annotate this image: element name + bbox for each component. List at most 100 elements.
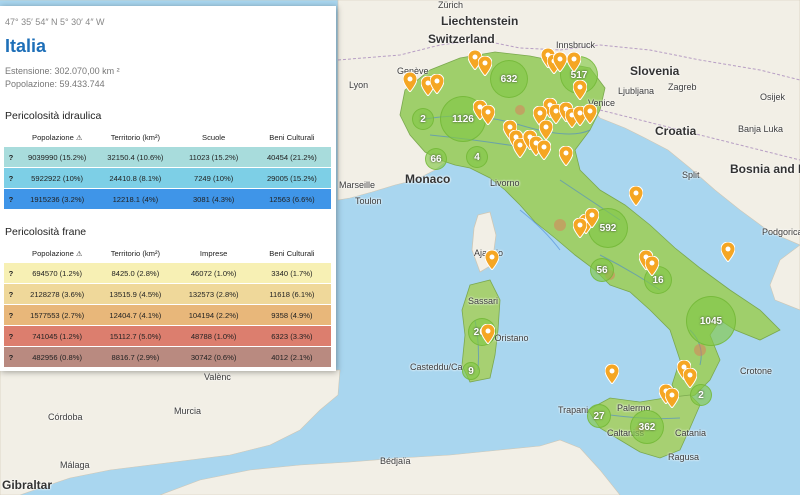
cluster-marker[interactable]: 27 bbox=[587, 404, 611, 428]
map-pin-icon[interactable] bbox=[585, 208, 599, 228]
col-header-blank bbox=[4, 244, 18, 263]
hydro-section-title: Pericolosità idraulica bbox=[5, 110, 102, 122]
map-pin-icon[interactable] bbox=[478, 56, 492, 76]
label-zurich: Zürich bbox=[438, 0, 464, 10]
map-pin-icon[interactable] bbox=[559, 146, 573, 166]
col-header: Territorio (km²) bbox=[110, 249, 161, 258]
warning-icon[interactable]: ⚠ bbox=[76, 251, 82, 258]
col-header: Popolazione ⚠ bbox=[32, 249, 83, 258]
cluster-marker[interactable]: 9 bbox=[462, 362, 480, 380]
label-banja-luka: Banja Luka bbox=[738, 124, 784, 134]
map-pin-icon[interactable] bbox=[553, 52, 567, 72]
col-header: Scuole bbox=[202, 133, 226, 142]
table-cell: 132573 (2.8%) bbox=[174, 283, 253, 305]
table-cell: 3340 (1.7%) bbox=[252, 263, 331, 284]
region-title: Italia bbox=[5, 36, 47, 56]
label-zagreb: Zagreb bbox=[668, 82, 697, 92]
cluster-marker[interactable]: 66 bbox=[425, 148, 447, 170]
col-header-blank bbox=[4, 128, 18, 147]
info-panel: 47° 35′ 54″ N 5° 30′ 4″ W Italia Estensi… bbox=[0, 6, 336, 371]
landslide-section-title: Pericolosità frane bbox=[5, 226, 87, 238]
label-switzerland: Switzerland bbox=[428, 32, 495, 46]
table-row[interactable]: ? 694570 (1.2%) 8425.0 (2.8%) 46072 (1.0%) 3… bbox=[4, 263, 331, 284]
map-pin-icon[interactable] bbox=[629, 186, 643, 206]
table-row[interactable]: ? 1915236 (3.2%) 12218.1 (4%) 3081 (4.3%) 12… bbox=[4, 188, 331, 210]
table-cell: 2128278 (3.6%) bbox=[18, 283, 97, 305]
map-pin-icon[interactable] bbox=[605, 364, 619, 384]
map-pin-icon[interactable] bbox=[583, 104, 597, 124]
table-cell: 482956 (0.8%) bbox=[18, 346, 97, 368]
label-valencia: Valènc bbox=[204, 372, 231, 382]
table-cell: 32150.4 (10.6%) bbox=[96, 147, 175, 168]
help-icon[interactable]: ? bbox=[4, 147, 18, 168]
cluster-marker[interactable]: 632 bbox=[490, 60, 528, 98]
table-cell: 6323 (3.3%) bbox=[252, 325, 331, 347]
map-pin-icon[interactable] bbox=[485, 250, 499, 270]
col-header: Territorio (km²) bbox=[110, 133, 161, 142]
label-liechtenstein: Liechtenstein bbox=[441, 14, 519, 28]
table-row[interactable]: ? 2128278 (3.6%) 13515.9 (4.5%) 132573 (2.8… bbox=[4, 283, 331, 305]
map-pin-icon[interactable] bbox=[481, 105, 495, 125]
col-header: Imprese bbox=[199, 249, 228, 258]
table-cell: 30742 (0.6%) bbox=[174, 346, 253, 368]
label-casteddu: Casteddu/Ca bbox=[410, 362, 463, 372]
table-row[interactable]: ? 9039990 (15.2%) 32150.4 (10.6%) 11023 (15… bbox=[4, 147, 331, 168]
table-cell: 1577553 (2.7%) bbox=[18, 304, 97, 326]
map-pin-icon[interactable] bbox=[645, 256, 659, 276]
label-marseille: Marseille bbox=[339, 180, 376, 190]
help-icon[interactable]: ? bbox=[4, 346, 18, 368]
cluster-marker[interactable]: 56 bbox=[590, 258, 614, 282]
hydro-table: Popolazione ⚠ Territorio (km²) Scuole Be… bbox=[4, 128, 331, 210]
label-split: Split bbox=[682, 170, 700, 180]
cluster-marker[interactable]: 4 bbox=[466, 146, 488, 168]
cluster-marker[interactable]: 2 bbox=[412, 108, 434, 130]
table-cell: 741045 (1.2%) bbox=[18, 325, 97, 347]
cluster-marker[interactable]: 1045 bbox=[686, 296, 736, 346]
help-icon[interactable]: ? bbox=[4, 167, 18, 189]
table-row[interactable]: ? 1577553 (2.7%) 12404.7 (4.1%) 104194 (2.2… bbox=[4, 304, 331, 326]
map-pin-icon[interactable] bbox=[683, 368, 697, 388]
coordinates-readout: 47° 35′ 54″ N 5° 30′ 4″ W bbox=[5, 17, 105, 27]
table-cell: 13515.9 (4.5%) bbox=[96, 283, 175, 305]
label-ljubljana: Ljubljana bbox=[618, 86, 655, 96]
table-cell: 40454 (21.2%) bbox=[252, 147, 331, 168]
table-cell: 12563 (6.6%) bbox=[252, 188, 331, 210]
map-pin-icon[interactable] bbox=[721, 242, 735, 262]
table-cell: 46072 (1.0%) bbox=[174, 263, 253, 284]
extension-text: Estensione: 302.070,00 km ² bbox=[5, 66, 120, 76]
table-cell: 9358 (4.9%) bbox=[252, 304, 331, 326]
table-row[interactable]: ? 741045 (1.2%) 15112.7 (5.0%) 48788 (1.0%)… bbox=[4, 325, 331, 347]
label-gibraltar: Gibraltar bbox=[2, 478, 53, 492]
cluster-marker[interactable]: 362 bbox=[630, 410, 664, 444]
help-icon[interactable]: ? bbox=[4, 283, 18, 305]
table-cell: 11023 (15.2%) bbox=[174, 147, 253, 168]
label-croatia: Croatia bbox=[655, 124, 697, 138]
label-crotone: Crotone bbox=[740, 366, 773, 376]
table-row[interactable]: ? 5922922 (10%) 24410.8 (8.1%) 7249 (10%) 29… bbox=[4, 167, 331, 189]
help-icon[interactable]: ? bbox=[4, 325, 18, 347]
map-pin-icon[interactable] bbox=[430, 74, 444, 94]
map-pin-icon[interactable] bbox=[573, 218, 587, 238]
label-cordoba: Córdoba bbox=[48, 412, 83, 422]
label-podgorica: Podgorica bbox=[762, 227, 800, 237]
help-icon[interactable]: ? bbox=[4, 304, 18, 326]
label-trapani: Trapani bbox=[558, 405, 589, 415]
help-icon[interactable]: ? bbox=[4, 188, 18, 210]
map-pin-icon[interactable] bbox=[573, 80, 587, 100]
map-pin-icon[interactable] bbox=[403, 72, 417, 92]
map-pin-icon[interactable] bbox=[567, 52, 581, 72]
label-malaga: Málaga bbox=[60, 460, 90, 470]
table-row[interactable]: ? 482956 (0.8%) 8816.7 (2.9%) 30742 (0.6%) 4… bbox=[4, 346, 331, 368]
label-monaco: Monaco bbox=[405, 172, 451, 186]
label-livorno: Livorno bbox=[490, 178, 520, 188]
table-cell: 9039990 (15.2%) bbox=[18, 147, 97, 168]
warning-icon[interactable]: ⚠ bbox=[76, 135, 82, 142]
map-pin-icon[interactable] bbox=[481, 324, 495, 344]
map-pin-icon[interactable] bbox=[665, 388, 679, 408]
table-cell: 48788 (1.0%) bbox=[174, 325, 253, 347]
label-toulon: Toulon bbox=[355, 196, 382, 206]
population-text: Popolazione: 59.433.744 bbox=[5, 79, 105, 89]
map-pin-icon[interactable] bbox=[537, 140, 551, 160]
label-oristano: /Oristano bbox=[492, 333, 529, 343]
help-icon[interactable]: ? bbox=[4, 263, 18, 284]
